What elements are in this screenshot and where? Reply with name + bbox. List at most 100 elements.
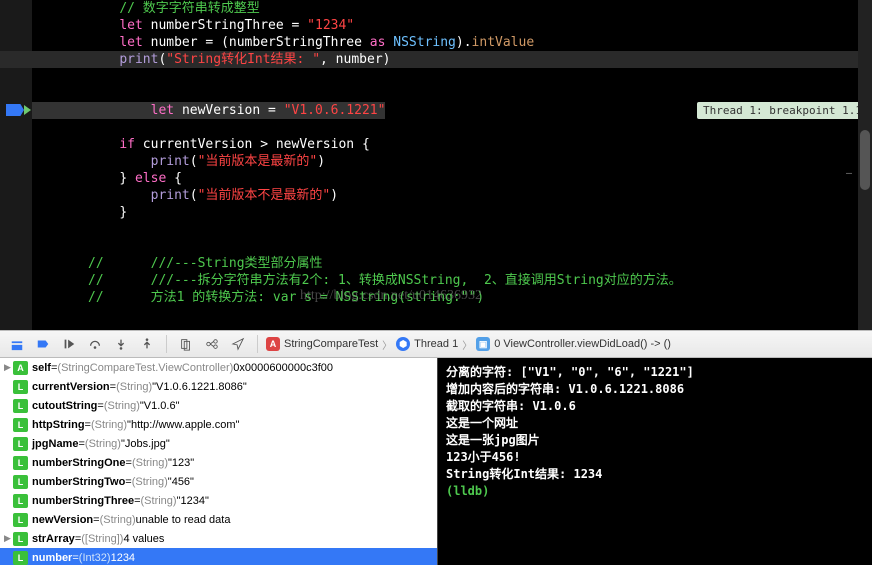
- disclosure-icon[interactable]: ▶: [2, 362, 13, 373]
- console-line: 这是一张jpg图片: [446, 432, 864, 449]
- view-debug-button[interactable]: [175, 334, 197, 354]
- code-line[interactable]: // ///---拆分字符串方法有2个: 1、转换成NSString, 2、直接…: [0, 272, 872, 289]
- variable-name: newVersion: [32, 514, 93, 526]
- code-line[interactable]: let newVersion = "V1.0.6.1221" Thread 1: …: [0, 102, 872, 119]
- variable-name: number: [32, 552, 72, 564]
- variable-type: (Int32): [79, 552, 111, 564]
- variable-row[interactable]: ▶LstrArray = ([String]) 4 values: [0, 529, 437, 548]
- variable-row[interactable]: LnewVersion = (String) unable to read da…: [0, 510, 437, 529]
- variable-value: 0x0000600000c3f00: [233, 362, 333, 374]
- step-over-button[interactable]: [84, 334, 106, 354]
- code-line[interactable]: [0, 238, 872, 255]
- watermark: http://blog.csdn.net/u014636932: [300, 288, 482, 304]
- code-content: // ///---String类型部分属性: [32, 255, 323, 272]
- code-line[interactable]: // 数字字符串转成整型: [0, 0, 872, 17]
- variable-value: 1234: [111, 552, 135, 564]
- code-line[interactable]: // ///---String类型部分属性: [0, 255, 872, 272]
- code-line[interactable]: if currentVersion > newVersion {: [0, 136, 872, 153]
- code-line[interactable]: print("当前版本是最新的"): [0, 153, 872, 170]
- variable-kind-icon: L: [13, 513, 28, 527]
- variable-value: "123": [168, 457, 194, 469]
- variable-type: (String): [100, 514, 136, 526]
- code-line[interactable]: [0, 221, 872, 238]
- code-content: [32, 221, 96, 238]
- variable-kind-icon: L: [13, 380, 28, 394]
- scrollbar[interactable]: [858, 0, 872, 330]
- disclosure-icon[interactable]: ▶: [2, 533, 13, 544]
- code-line[interactable]: print("当前版本不是最新的"): [0, 187, 872, 204]
- code-content: let numberStringThree = "1234": [32, 17, 354, 34]
- lldb-prompt[interactable]: (lldb): [446, 483, 864, 500]
- variable-row[interactable]: LcutoutString = (String) "V1.0.6": [0, 396, 437, 415]
- debug-area: ▶Aself = (StringCompareTest.ViewControll…: [0, 358, 872, 565]
- variable-kind-icon: L: [13, 551, 28, 565]
- code-line[interactable]: let numberStringThree = "1234": [0, 17, 872, 34]
- code-line[interactable]: [0, 119, 872, 136]
- step-in-button[interactable]: [110, 334, 132, 354]
- code-content: print("String转化Int结果: ", number): [32, 51, 390, 68]
- variable-name: jpgName: [32, 438, 78, 450]
- separator: [166, 335, 167, 353]
- code-line[interactable]: }: [0, 204, 872, 221]
- variable-row[interactable]: LnumberStringOne = (String) "123": [0, 453, 437, 472]
- variable-value: "V1.0.6.1221.8086": [152, 381, 247, 393]
- separator: [257, 335, 258, 353]
- code-content: if currentVersion > newVersion {: [32, 136, 370, 153]
- code-content: [32, 85, 96, 102]
- code-content: // 数字字符串转成整型: [32, 0, 260, 17]
- variable-row[interactable]: LnumberStringThree = (String) "1234": [0, 491, 437, 510]
- variable-row[interactable]: ▶Aself = (StringCompareTest.ViewControll…: [0, 358, 437, 377]
- variable-row[interactable]: LhttpString = (String) "http://www.apple…: [0, 415, 437, 434]
- code-content: [32, 68, 96, 85]
- variable-kind-icon: L: [13, 456, 28, 470]
- code-editor[interactable]: // 数字字符串转成整型 let numberStringThree = "12…: [0, 0, 872, 330]
- variable-value: 4 values: [123, 533, 164, 545]
- step-out-button[interactable]: [136, 334, 158, 354]
- variable-value: "456": [168, 476, 194, 488]
- code-line[interactable]: print("String转化Int结果: ", number): [0, 51, 872, 68]
- variable-value: "http://www.apple.com": [127, 419, 239, 431]
- variable-name: self: [32, 362, 51, 374]
- variable-kind-icon: L: [13, 532, 28, 546]
- variable-kind-icon: L: [13, 418, 28, 432]
- annotation: —: [846, 168, 852, 179]
- location-button[interactable]: [227, 334, 249, 354]
- frame-icon: ▣: [476, 337, 490, 351]
- breakpoints-button[interactable]: [32, 334, 54, 354]
- variable-type: ([String]): [81, 533, 123, 545]
- code-content: print("当前版本是最新的"): [32, 153, 325, 170]
- console-output[interactable]: 分离的字符: ["V1", "0", "6", "1221"]增加内容后的字符串…: [437, 358, 872, 565]
- breakpoint-badge[interactable]: Thread 1: breakpoint 1.1: [697, 102, 868, 119]
- code-line[interactable]: [0, 68, 872, 85]
- code-line[interactable]: let number = (numberStringThree as NSStr…: [0, 34, 872, 51]
- variable-type: (String): [132, 476, 168, 488]
- console-line: 截取的字符串: V1.0.6: [446, 398, 864, 415]
- variable-row[interactable]: Lnumber = (Int32) 1234: [0, 548, 437, 565]
- program-counter-icon: [24, 105, 30, 116]
- code-content: // ///---拆分字符串方法有2个: 1、转换成NSString, 2、直接…: [32, 272, 682, 289]
- code-line[interactable]: } else {: [0, 170, 872, 187]
- continue-button[interactable]: [58, 334, 80, 354]
- crumb-app[interactable]: StringCompareTest: [284, 338, 378, 350]
- breakpoint-icon[interactable]: [6, 104, 24, 116]
- breadcrumbs[interactable]: A StringCompareTest 〉 ⬢ Thread 1 〉 ▣ 0 V…: [266, 337, 671, 352]
- console-line: 增加内容后的字符串: V1.0.6.1221.8086: [446, 381, 864, 398]
- variable-type: (String): [132, 457, 168, 469]
- code-content: let newVersion = "V1.0.6.1221": [32, 102, 385, 119]
- hide-debug-button[interactable]: [6, 334, 28, 354]
- scrollbar-thumb[interactable]: [860, 130, 870, 190]
- variable-row[interactable]: LjpgName = (String) "Jobs.jpg": [0, 434, 437, 453]
- crumb-frame[interactable]: 0 ViewController.viewDidLoad() -> (): [494, 338, 671, 350]
- variable-type: (StringCompareTest.ViewController): [57, 362, 233, 374]
- variables-view[interactable]: ▶Aself = (StringCompareTest.ViewControll…: [0, 358, 437, 565]
- code-content: [32, 119, 96, 136]
- code-line[interactable]: [0, 85, 872, 102]
- variable-name: numberStringTwo: [32, 476, 125, 488]
- variable-row[interactable]: LnumberStringTwo = (String) "456": [0, 472, 437, 491]
- variable-kind-icon: L: [13, 475, 28, 489]
- variable-type: (String): [141, 495, 177, 507]
- crumb-thread[interactable]: Thread 1: [414, 338, 458, 350]
- code-content: print("当前版本不是最新的"): [32, 187, 338, 204]
- memory-graph-button[interactable]: [201, 334, 223, 354]
- variable-row[interactable]: LcurrentVersion = (String) "V1.0.6.1221.…: [0, 377, 437, 396]
